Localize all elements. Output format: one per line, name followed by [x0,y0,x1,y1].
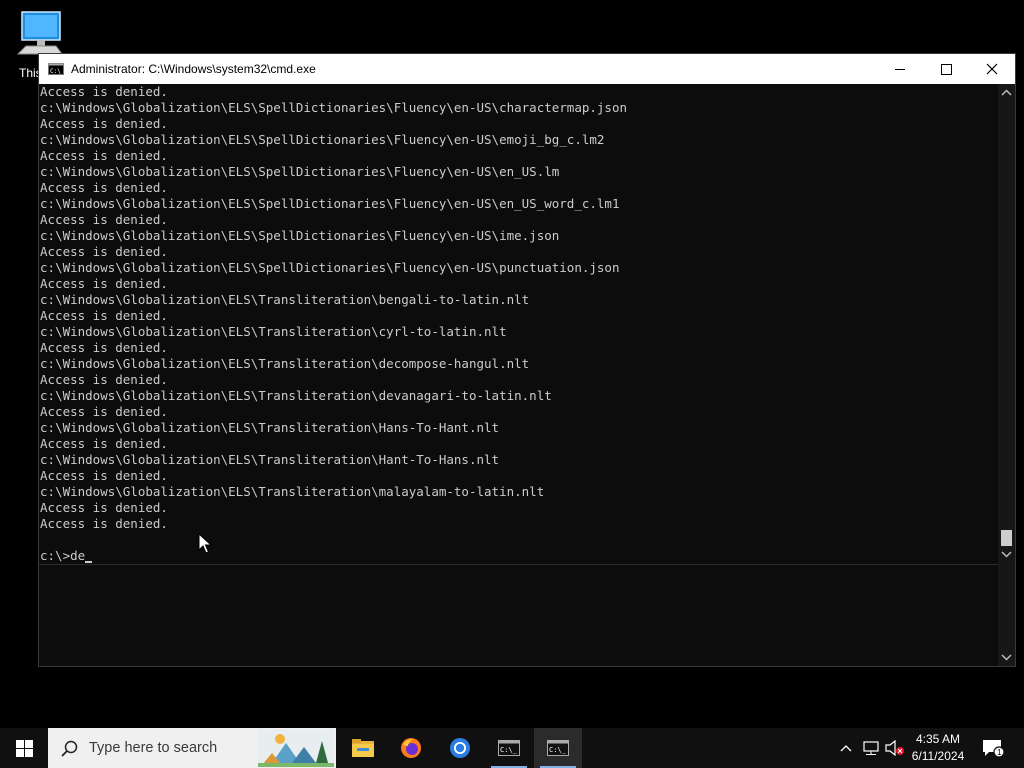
console-line: Access is denied. [40,404,168,419]
console-line: Access is denied. [40,180,168,195]
notification-count: 1 [997,748,1002,757]
file-explorer-icon [352,739,374,757]
maximize-icon [940,63,952,75]
taskbar-cmd-active[interactable]: C:\_ [534,728,582,768]
cmd-window[interactable]: C:\ Administrator: C:\Windows\system32\c… [38,53,1016,667]
search-placeholder: Type here to search [89,740,218,756]
firefox-icon [401,738,421,758]
console-line: Access is denied. [40,212,168,227]
console-line: c:\Windows\Globalization\ELS\Translitera… [40,356,530,371]
taskbar: Type here to search C:\_ C:\_ 4:35 AM 6/… [0,728,1024,768]
chevron-up-icon [840,745,852,752]
command-prompt-text: c:\>de [40,548,86,563]
console-line: Access is denied. [40,516,168,531]
console-line: c:\Windows\Globalization\ELS\Translitera… [40,388,552,403]
scrollbar[interactable] [998,84,1015,666]
taskbar-firefox[interactable] [387,728,435,768]
windows-logo-icon [15,739,33,757]
taskbar-chrome[interactable] [436,728,484,768]
scroll-up-icon[interactable] [1001,88,1012,98]
start-button[interactable] [0,728,48,768]
console-line: c:\Windows\Globalization\ELS\SpellDictio… [40,132,605,147]
network-icon [863,740,879,755]
console-line: c:\Windows\Globalization\ELS\Translitera… [40,420,500,435]
console-line: Access is denied. [40,84,168,99]
show-hidden-icons-button[interactable] [836,728,856,768]
console-line: c:\Windows\Globalization\ELS\Translitera… [40,452,500,467]
command-prompt-line[interactable]: c:\>de [40,548,627,564]
computer-icon [16,11,63,55]
console-line: Access is denied. [40,276,168,291]
close-icon [986,63,998,75]
console-line: c:\Windows\Globalization\ELS\Translitera… [40,484,545,499]
network-button[interactable] [860,728,882,768]
console-line: c:\Windows\Globalization\ELS\SpellDictio… [40,164,560,179]
notification-icon: 1 [983,740,1004,757]
console-line: Access is denied. [40,308,168,323]
console-output[interactable]: Access is denied. c:\Windows\Globalizatio… [39,84,999,666]
console-pane-top[interactable]: Access is denied. c:\Windows\Globalizatio… [39,84,999,564]
console-line: Access is denied. [40,116,168,131]
search-highlight-illustration-icon [258,729,334,767]
svg-text:C:\: C:\ [50,68,61,75]
scroll-down-icon[interactable] [1001,652,1012,662]
scroll-thumb-top[interactable] [1001,530,1012,546]
window-title: Administrator: C:\Windows\system32\cmd.e… [71,62,316,76]
chrome-icon [450,738,470,758]
mouse-pointer-icon [198,533,212,554]
console-line: Access is denied. [40,340,168,355]
taskbar-clock[interactable]: 4:35 AM 6/11/2024 [902,731,974,765]
minimize-icon [894,68,905,70]
action-center-button[interactable]: 1 [978,728,1008,768]
taskbar-file-explorer[interactable] [339,728,387,768]
clock-date: 6/11/2024 [911,749,965,763]
console-line: c:\Windows\Globalization\ELS\SpellDictio… [40,260,620,275]
svg-text:C:\_: C:\_ [549,746,567,754]
console-line: c:\Windows\Globalization\ELS\Translitera… [40,292,530,307]
title-bar[interactable]: C:\ Administrator: C:\Windows\system32\c… [39,54,1015,84]
console-line: Access is denied. [40,468,168,483]
taskbar-search-box[interactable]: Type here to search [48,728,336,768]
console-line: Access is denied. [40,148,168,163]
svg-text:C:\_: C:\_ [500,746,518,754]
cmd-icon: C:\_ [547,740,569,756]
console-lines: Access is denied. c:\Windows\Globalizatio… [40,84,627,564]
search-icon [61,740,78,757]
console-line: Access is denied. [40,244,168,259]
close-button[interactable] [969,54,1015,84]
console-line: c:\Windows\Globalization\ELS\SpellDictio… [40,228,560,243]
terminal-icon: C:\_ [498,740,520,756]
console-line: Access is denied. [40,436,168,451]
minimize-button[interactable] [877,54,923,84]
taskbar-terminal[interactable]: C:\_ [485,728,533,768]
maximize-button[interactable] [923,54,969,84]
clock-time: 4:35 AM [915,732,961,746]
split-divider [39,564,999,565]
console-line: Access is denied. [40,372,168,387]
console-line: c:\Windows\Globalization\ELS\SpellDictio… [40,196,620,211]
console-line: c:\Windows\Globalization\ELS\SpellDictio… [40,100,627,115]
console-line: c:\Windows\Globalization\ELS\Translitera… [40,324,507,339]
console-line: Access is denied. [40,500,168,515]
scroll-down-icon[interactable] [1001,549,1012,559]
cmd-icon: C:\ [48,63,64,75]
text-cursor [85,561,93,563]
